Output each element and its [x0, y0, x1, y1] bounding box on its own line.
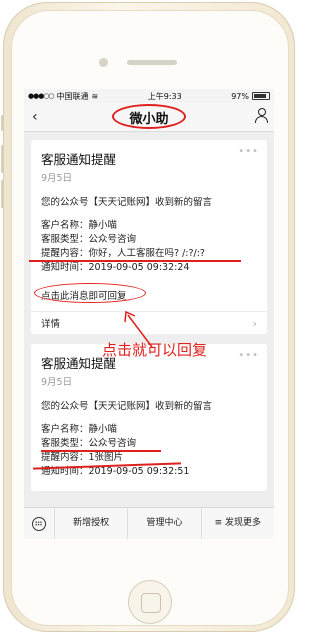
keyboard-toggle-button[interactable]	[24, 508, 55, 539]
volume-up-button	[1, 145, 4, 173]
phone-screen: ●●●○○ 中国联通 ≋ 上午9:33 97% ‹ 微小助 ••• 客服通知提醒…	[24, 89, 274, 539]
earpiece-speaker	[127, 60, 177, 65]
bottom-menu: 新增授权 管理中心 ≡ 发现更多	[24, 507, 274, 539]
annotation-text: 点击就可以回复	[102, 341, 208, 359]
mute-switch	[1, 115, 4, 131]
menu-discover-more[interactable]: ≡ 发现更多	[202, 508, 274, 539]
annotation-arrow	[124, 310, 153, 348]
keyboard-icon	[32, 516, 46, 531]
front-camera	[99, 58, 108, 67]
menu-new-authorization[interactable]: 新增授权	[55, 508, 129, 539]
home-button[interactable]	[128, 580, 172, 624]
menu-management-center[interactable]: 管理中心	[128, 508, 202, 539]
volume-down-button	[1, 180, 4, 208]
